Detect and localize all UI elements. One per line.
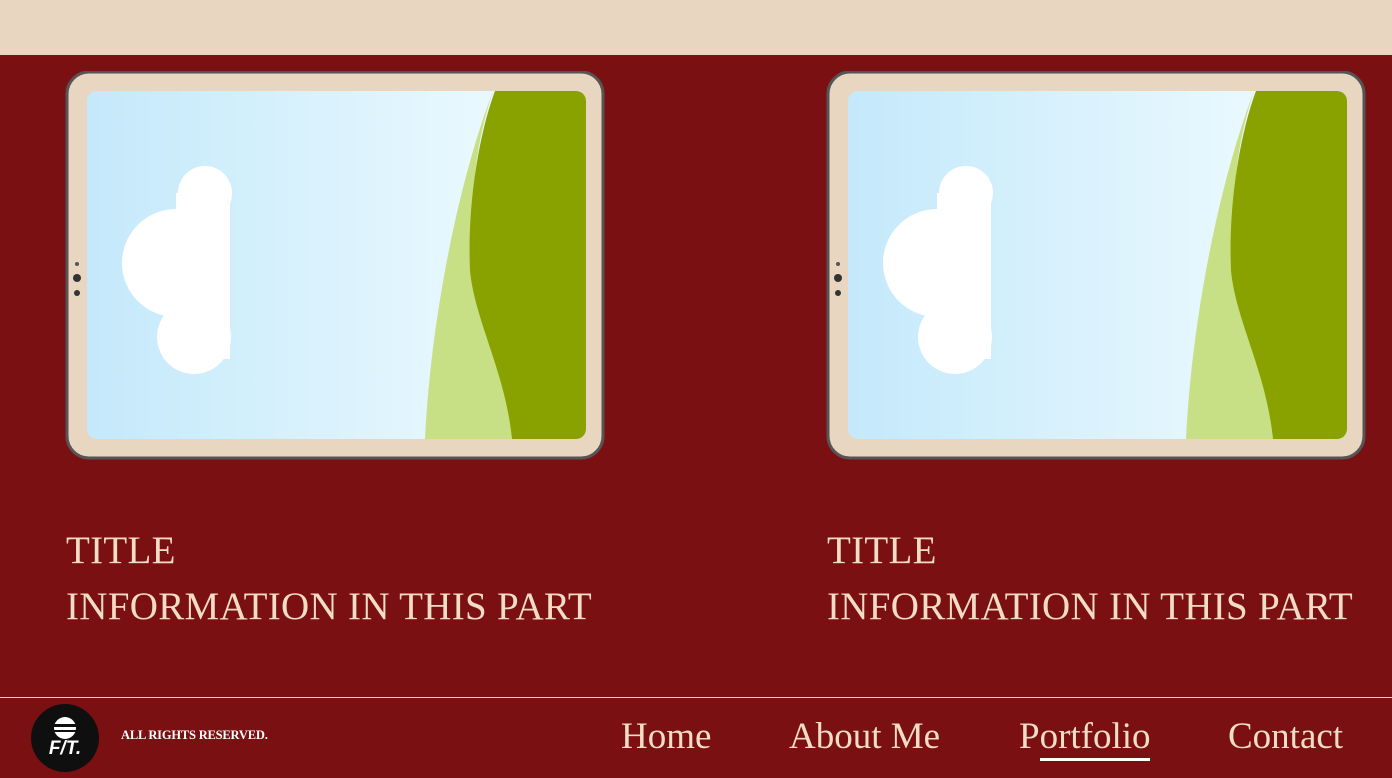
nav-about-link[interactable]: About Me: [789, 715, 940, 758]
tablet-image: [826, 71, 1366, 460]
card-title: TITLE: [66, 529, 176, 572]
portfolio-section: TITLE INFORMATION IN THIS PART TITLE INF…: [0, 55, 1392, 698]
globe-logo-icon: F/T.: [49, 717, 81, 759]
nav-contact-link[interactable]: Contact: [1228, 715, 1343, 758]
nav-home-link[interactable]: Home: [621, 715, 711, 758]
nav-portfolio-link[interactable]: Portfolio: [1019, 715, 1151, 758]
card-title: TITLE: [827, 529, 937, 572]
copyright-text: ALL RIGHTS RESERVED.: [121, 728, 268, 742]
card-info: INFORMATION IN THIS PART: [827, 585, 1354, 628]
card-info: INFORMATION IN THIS PART: [66, 585, 593, 628]
logo[interactable]: F/T.: [31, 704, 99, 772]
footer: F/T. ALL RIGHTS RESERVED. Home About Me …: [0, 698, 1392, 778]
tablet-image: [65, 71, 605, 460]
active-nav-underline: [1040, 758, 1150, 761]
header-bar: [0, 0, 1392, 55]
logo-text: F/T.: [49, 738, 81, 759]
